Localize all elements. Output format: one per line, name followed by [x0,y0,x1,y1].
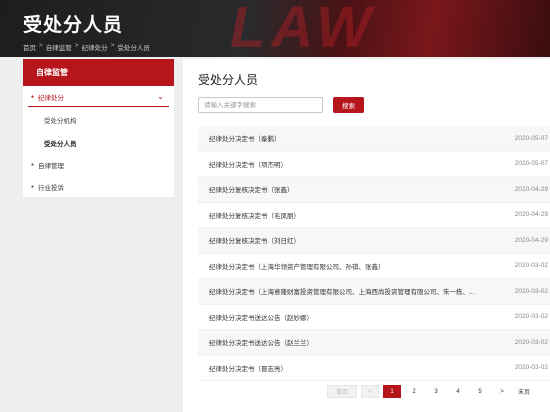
item-title[interactable]: 纪律处分复核决定书（刘日红） [209,235,300,245]
pager-page-3[interactable]: 3 [427,385,445,398]
item-title[interactable]: 纪律处分决定书送达公告（赵妙娜） [209,312,313,322]
item-title[interactable]: 纪律处分决定书送达公告（赵兰兰） [209,337,313,347]
sidebar-item-complaints[interactable]: ● 行业投诉 [23,176,174,198]
list-item[interactable]: 纪律处分决定书送达公告（赵妙娜） 2020-03-02 [198,305,550,330]
bullet-icon: ● [31,162,35,168]
breadcrumb-discipline[interactable]: 纪律处分 [82,42,108,52]
breadcrumb-current: 受处分人员 [117,45,150,52]
list-item[interactable]: 纪律处分决定书（晋志亮） 2020-03-02 [198,356,550,381]
item-title[interactable]: 纪律处分决定书（上海意隆财富投资管理有限公司、上海西尚投资管理有限公司、朱一栋、… [209,286,474,296]
pager-page-5[interactable]: 5 [471,385,489,398]
list-item[interactable]: 纪律处分复核决定书（张鑫） 2020-04-29 [198,177,550,203]
item-date: 2020-03-02 [514,287,548,295]
item-date: 2020-03-02 [514,364,548,372]
chevron-down-icon[interactable]: ⌄ [157,92,164,101]
breadcrumb-selfreg[interactable]: 自律监管 [46,42,72,52]
sidebar-header: 自律监管 [23,59,174,86]
pager-first-button[interactable]: 首页 [327,385,357,398]
banner-decoration: LAW [230,0,377,57]
sidebar-item-discipline[interactable]: ● 纪律处分 ⌄ [23,86,174,108]
item-date: 2020-03-02 [514,262,548,270]
pager-page-4[interactable]: 4 [449,385,467,398]
item-date: 2020-05-07 [514,160,548,168]
pager-last-button[interactable]: 末页 [515,385,533,398]
pager-prev-button[interactable]: < [361,385,379,398]
item-title[interactable]: 纪律处分复核决定书（毛凤丽） [209,210,300,220]
list-item[interactable]: 纪律处分决定书（上海意隆财富投资管理有限公司、上海西尚投资管理有限公司、朱一栋、… [198,279,550,305]
item-title[interactable]: 纪律处分复核决定书（张鑫） [209,184,294,194]
list-item[interactable]: 纪律处分决定书送达公告（赵兰兰） 2020-03-02 [198,330,550,356]
item-title[interactable]: 纪律处分决定书（上海华领资产管理有限公司、孙祺、张鑫） [209,261,385,271]
pager-next-button[interactable]: > [493,385,511,398]
page-title: 受处分人员 [198,73,259,87]
sidebar: 自律监管 ● 纪律处分 ⌄ 受处分机构 受处分人员 ● 自律管理 ● 行业投诉 [23,59,174,197]
search-input[interactable] [198,97,323,113]
sidebar-item-label: 行业投诉 [38,185,65,192]
item-date: 2020-04-29 [514,185,548,193]
pager-page-2[interactable]: 2 [405,385,423,398]
sidebar-item-selfmanagement[interactable]: ● 自律管理 [23,154,174,176]
item-date: 2020-05-07 [514,134,548,142]
sidebar-subitem-persons[interactable]: 受处分人员 [23,131,174,154]
item-title[interactable]: 纪律处分决定书（秦鹏） [209,133,281,143]
item-date: 2020-04-29 [514,236,548,244]
sidebar-item-label: 纪律处分 [38,95,65,102]
list-item[interactable]: 纪律处分决定书（项杰明） 2020-05-07 [198,152,550,177]
breadcrumb: 首页 > 自律监管 > 纪律处分 > 受处分人员 [23,42,150,52]
sidebar-subitem-institutions[interactable]: 受处分机构 [23,108,174,131]
item-date: 2020-03-02 [514,313,548,321]
bullet-icon: ● [31,94,35,100]
item-date: 2020-04-29 [514,211,548,219]
bullet-icon: ● [31,184,35,190]
search-button[interactable]: 搜索 [333,97,364,113]
banner-title: 受处分人员 [23,14,124,36]
list-item[interactable]: 纪律处分决定书（上海华领资产管理有限公司、孙祺、张鑫） 2020-03-02 [198,254,550,279]
pagination: 首页 < 1 2 3 4 5 > 末页 [327,385,533,398]
item-title[interactable]: 纪律处分决定书（项杰明） [209,159,287,169]
list-item[interactable]: 纪律处分复核决定书（毛凤丽） 2020-04-29 [198,203,550,228]
list-item[interactable]: 纪律处分复核决定书（刘日红） 2020-04-29 [198,228,550,254]
sidebar-item-label: 自律管理 [38,163,65,170]
item-title[interactable]: 纪律处分决定书（晋志亮） [209,363,287,373]
main-content: 受处分人员 搜索 纪律处分决定书（秦鹏） 2020-05-07 纪律处分决定书（项… [183,59,550,412]
item-date: 2020-03-02 [514,338,548,346]
page-banner: LAW 受处分人员 首页 > 自律监管 > 纪律处分 > 受处分人员 [0,0,550,57]
pager-page-1[interactable]: 1 [383,385,401,398]
list-item[interactable]: 纪律处分决定书（秦鹏） 2020-05-07 [198,126,550,152]
document-list: 纪律处分决定书（秦鹏） 2020-05-07 纪律处分决定书（项杰明） 2020-0… [198,126,550,381]
breadcrumb-home[interactable]: 首页 [23,42,36,52]
